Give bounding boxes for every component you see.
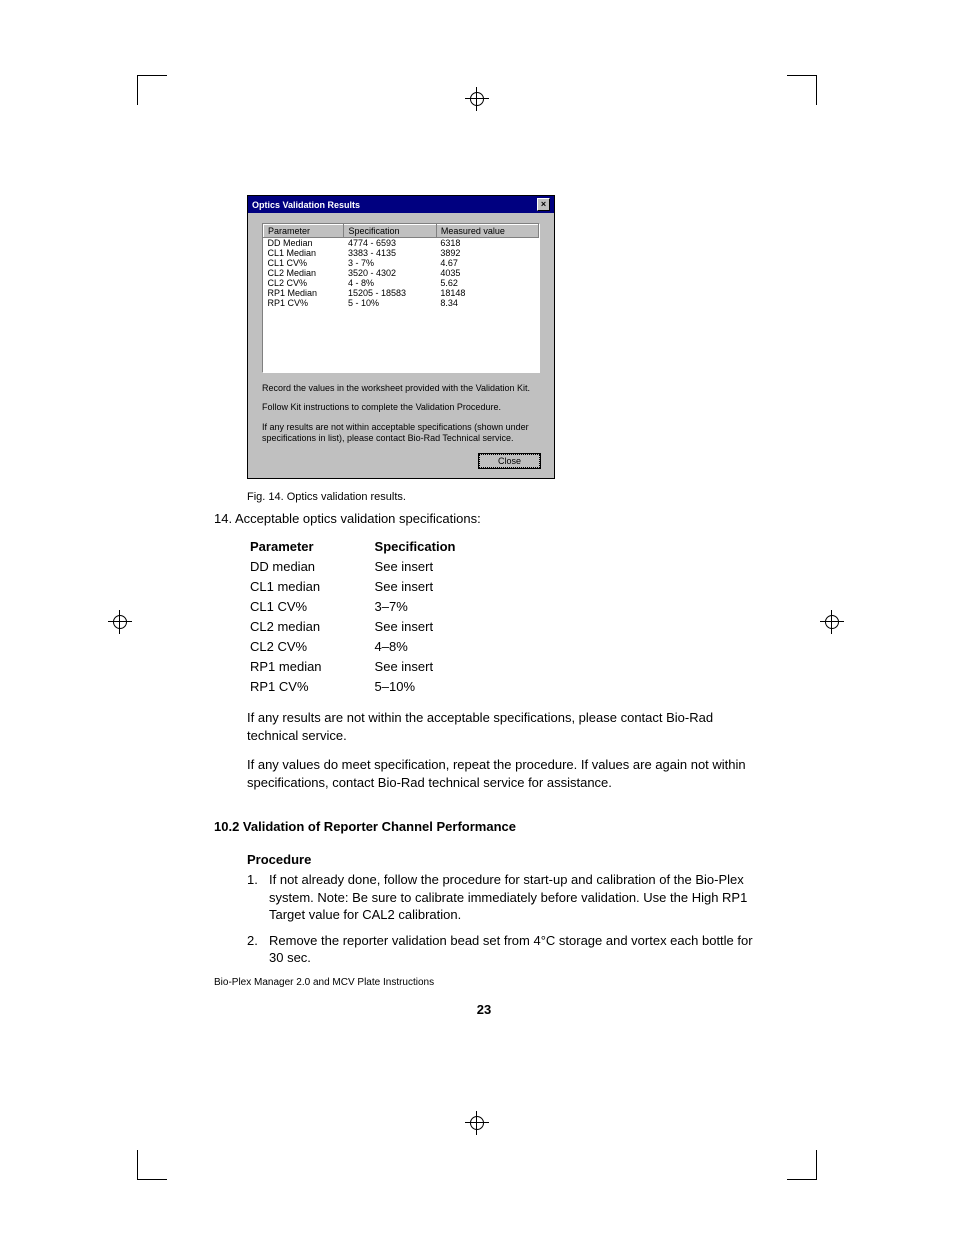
- table-row: CL2 Median3520 - 43024035: [264, 268, 539, 278]
- col-specification: Specification: [344, 225, 436, 238]
- spec-table: ParameterSpecification DD medianSee inse…: [247, 536, 507, 697]
- paragraph-1: If any results are not within the accept…: [247, 709, 754, 744]
- registration-mark-left: [108, 610, 132, 634]
- close-icon[interactable]: ×: [537, 198, 550, 211]
- spec-header-specification: Specification: [374, 538, 506, 555]
- list-item: 1.If not already done, follow the proced…: [247, 871, 754, 924]
- table-row: RP1 CV%5 - 10%8.34: [264, 298, 539, 308]
- table-row: CL2 CV%4 - 8%5.62: [264, 278, 539, 288]
- step-14: 14. Acceptable optics validation specifi…: [214, 511, 754, 526]
- results-listbox: Parameter Specification Measured value D…: [262, 223, 540, 373]
- dialog-title: Optics Validation Results: [252, 200, 360, 210]
- dialog-instruction-3: If any results are not within acceptable…: [248, 418, 554, 449]
- registration-mark-top: [465, 87, 489, 111]
- registration-mark-right: [820, 610, 844, 634]
- col-parameter: Parameter: [264, 225, 344, 238]
- footer-text: Bio-Plex Manager 2.0 and MCV Plate Instr…: [214, 977, 754, 988]
- table-row: CL1 Median3383 - 41353892: [264, 248, 539, 258]
- spec-header-parameter: Parameter: [249, 538, 372, 555]
- step-text: Acceptable optics validation specificati…: [235, 511, 481, 526]
- page-number: 23: [214, 1002, 754, 1017]
- table-row: CL1 CV%3 - 7%4.67: [264, 258, 539, 268]
- procedure-heading: Procedure: [247, 852, 754, 867]
- figure-caption: Fig. 14. Optics validation results.: [247, 491, 754, 503]
- table-row: RP1 Median15205 - 1858318148: [264, 288, 539, 298]
- close-button[interactable]: Close: [479, 454, 540, 468]
- optics-validation-dialog: Optics Validation Results × Parameter Sp…: [247, 195, 555, 479]
- section-heading: 10.2 Validation of Reporter Channel Perf…: [214, 819, 754, 834]
- dialog-instruction-2: Follow Kit instructions to complete the …: [248, 398, 554, 417]
- col-measured: Measured value: [436, 225, 538, 238]
- dialog-instruction-1: Record the values in the worksheet provi…: [248, 379, 554, 398]
- table-row: DD Median4774 - 65936318: [264, 238, 539, 249]
- procedure-list: 1.If not already done, follow the proced…: [247, 871, 754, 967]
- dialog-titlebar: Optics Validation Results ×: [248, 196, 554, 213]
- registration-mark-bottom: [465, 1111, 489, 1135]
- step-number: 14.: [214, 511, 232, 526]
- paragraph-2: If any values do meet specification, rep…: [247, 756, 754, 791]
- list-item: 2.Remove the reporter validation bead se…: [247, 932, 754, 967]
